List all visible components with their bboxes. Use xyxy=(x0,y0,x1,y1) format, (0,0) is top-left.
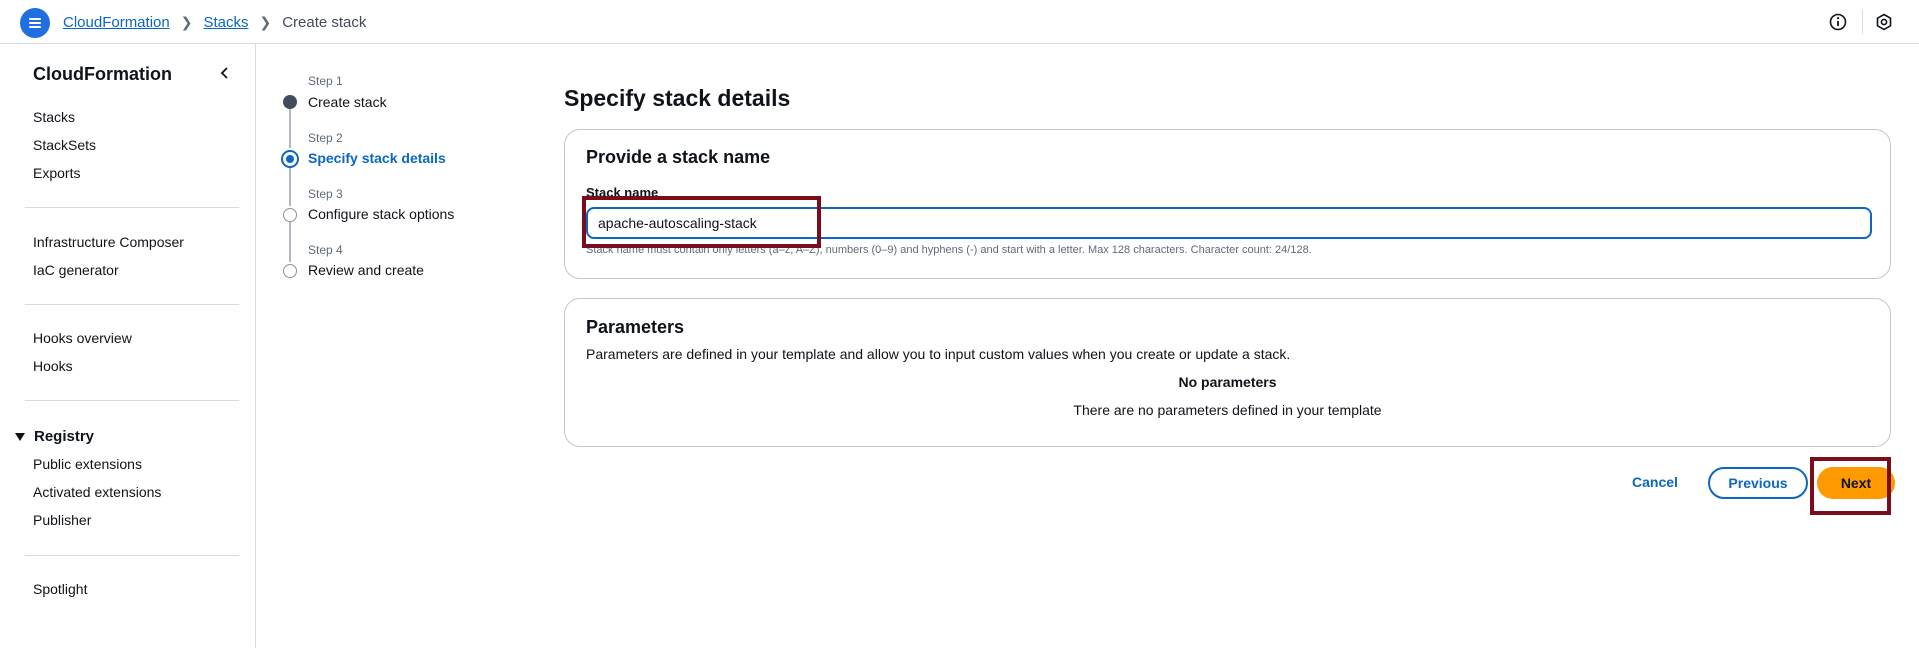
step-connector xyxy=(289,109,291,148)
step-pending-icon xyxy=(283,208,297,222)
sidebar-section-registry[interactable]: Registry xyxy=(15,428,94,445)
parameters-description: Parameters are defined in your template … xyxy=(586,346,1291,362)
step-connector xyxy=(289,222,291,262)
sidebar-item-stacksets[interactable]: StackSets xyxy=(33,137,96,153)
step-1-label: Step 1 xyxy=(308,74,343,88)
next-button[interactable]: Next xyxy=(1817,467,1895,499)
step-4-label: Step 4 xyxy=(308,243,343,257)
breadcrumb-stacks[interactable]: Stacks xyxy=(203,14,248,31)
menu-icon[interactable] xyxy=(20,8,50,38)
info-icon[interactable] xyxy=(1829,13,1847,31)
step-2-title: Specify stack details xyxy=(308,150,446,166)
side-navigation: CloudFormation Stacks StackSets Exports … xyxy=(0,44,256,648)
step-4-title: Review and create xyxy=(308,262,424,278)
card-title: Provide a stack name xyxy=(586,147,771,167)
sidebar-item-spotlight[interactable]: Spotlight xyxy=(33,581,87,597)
stack-name-label: Stack name xyxy=(586,185,659,200)
breadcrumb-cloudformation[interactable]: CloudFormation xyxy=(63,14,170,31)
sidebar-divider xyxy=(25,400,239,401)
sidebar-divider xyxy=(25,207,239,208)
top-navigation-bar: CloudFormation ❯ Stacks ❯ Create stack xyxy=(0,0,1919,44)
chevron-right-icon: ❯ xyxy=(259,14,272,30)
sidebar-item-publisher[interactable]: Publisher xyxy=(33,512,91,528)
stack-name-card: Provide a stack name Stack name Stack na… xyxy=(564,129,1891,279)
sidebar-item-stacks[interactable]: Stacks xyxy=(33,109,75,125)
stack-name-constraint: Stack name must contain only letters (a–… xyxy=(586,244,1312,256)
sidebar-divider xyxy=(25,555,239,556)
sidebar-title: CloudFormation xyxy=(33,64,172,84)
card-title: Parameters xyxy=(586,317,685,337)
breadcrumb: CloudFormation ❯ Stacks ❯ Create stack xyxy=(63,14,366,31)
sidebar-item-activated-extensions[interactable]: Activated extensions xyxy=(33,484,161,500)
sidebar-item-hooks[interactable]: Hooks xyxy=(33,358,73,374)
sidebar-item-iac-generator[interactable]: IaC generator xyxy=(33,262,119,278)
step-complete-icon xyxy=(283,95,297,109)
breadcrumb-current: Create stack xyxy=(282,14,367,31)
topbar-divider xyxy=(1862,10,1863,34)
step-current-icon xyxy=(281,150,299,168)
stack-name-input[interactable] xyxy=(586,207,1872,239)
step-3-title: Configure stack options xyxy=(308,206,455,222)
empty-state-text: There are no parameters defined in your … xyxy=(1073,402,1382,418)
page-title: Specify stack details xyxy=(564,85,791,111)
collapse-sidebar-icon[interactable] xyxy=(218,66,232,80)
step-2-label: Step 2 xyxy=(308,131,343,145)
caret-down-icon xyxy=(15,432,25,441)
sidebar-item-infrastructure-composer[interactable]: Infrastructure Composer xyxy=(33,234,184,250)
registry-label: Registry xyxy=(34,428,95,445)
previous-button[interactable]: Previous xyxy=(1708,467,1808,499)
step-connector xyxy=(289,166,291,206)
step-pending-icon xyxy=(283,264,297,278)
empty-state-title: No parameters xyxy=(1178,374,1277,390)
parameters-card: Parameters Parameters are defined in you… xyxy=(564,298,1891,447)
sidebar-divider xyxy=(25,304,239,305)
chevron-right-icon: ❯ xyxy=(180,14,193,30)
settings-icon[interactable] xyxy=(1875,13,1893,31)
step-3-label: Step 3 xyxy=(308,187,343,201)
sidebar-item-exports[interactable]: Exports xyxy=(33,165,80,181)
sidebar-item-public-extensions[interactable]: Public extensions xyxy=(33,456,142,472)
sidebar-item-hooks-overview[interactable]: Hooks overview xyxy=(33,330,132,346)
cancel-button[interactable]: Cancel xyxy=(1622,467,1688,497)
step-1-title[interactable]: Create stack xyxy=(308,94,387,110)
